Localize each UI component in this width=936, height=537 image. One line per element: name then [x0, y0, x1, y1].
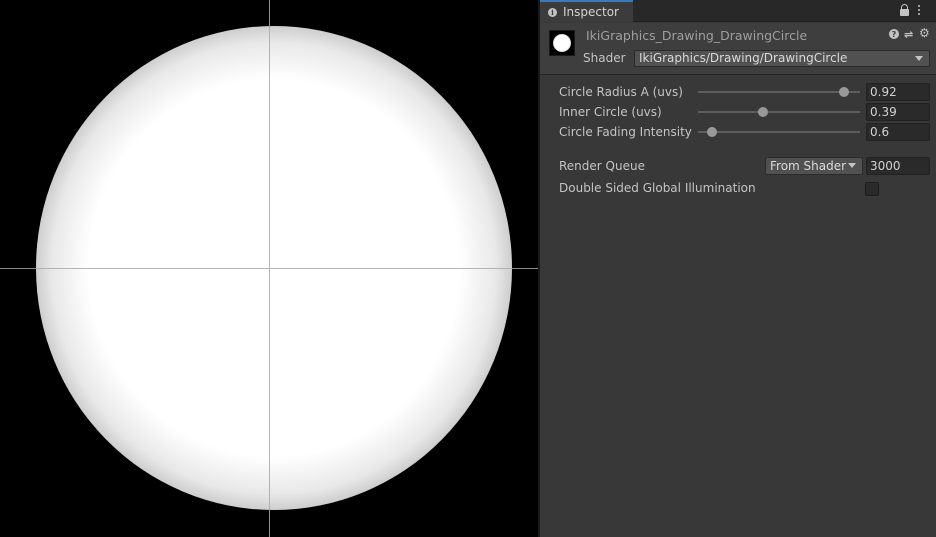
property-label: Circle Radius A (uvs)	[559, 85, 683, 99]
lock-icon[interactable]	[900, 4, 909, 16]
double-sided-gi-label: Double Sided Global Illumination	[559, 181, 756, 195]
chevron-down-icon	[848, 163, 856, 168]
render-queue-label: Render Queue	[559, 159, 645, 173]
settings-icon[interactable]: ⚙	[919, 26, 930, 40]
info-icon: i	[548, 7, 557, 17]
material-preview-viewport[interactable]	[0, 0, 538, 537]
slider-track[interactable]	[698, 111, 860, 113]
render-queue-mode: From Shader	[770, 159, 847, 173]
property-label: Circle Fading Intensity	[559, 125, 692, 139]
material-name: IkiGraphics_Drawing_DrawingCircle	[586, 28, 808, 43]
chevron-down-icon	[915, 56, 923, 61]
material-thumbnail	[549, 30, 575, 56]
slider-thumb[interactable]	[839, 87, 849, 97]
tab-inspector[interactable]: i Inspector	[540, 0, 633, 22]
inspector-panel: i Inspector IkiGraphics_Drawing_DrawingC…	[540, 0, 936, 537]
tab-bar: i Inspector	[540, 0, 936, 22]
slider-thumb[interactable]	[707, 127, 717, 137]
tab-label: Inspector	[563, 5, 619, 19]
property-label: Inner Circle (uvs)	[559, 105, 662, 119]
slider-track[interactable]	[698, 91, 860, 93]
number-field[interactable]: 0.92	[866, 83, 930, 101]
material-header: IkiGraphics_Drawing_DrawingCircle ? ⇌ ⚙ …	[540, 23, 936, 75]
shader-dropdown[interactable]: IkiGraphics/Drawing/DrawingCircle	[634, 50, 930, 67]
kebab-menu-icon[interactable]	[918, 4, 922, 17]
shader-label: Shader	[583, 51, 626, 65]
preset-icon[interactable]: ⇌	[904, 28, 913, 41]
slider-track[interactable]	[698, 131, 860, 133]
render-queue-dropdown[interactable]: From Shader	[765, 157, 863, 175]
shader-dropdown-value: IkiGraphics/Drawing/DrawingCircle	[639, 51, 848, 65]
slider-thumb[interactable]	[758, 107, 768, 117]
number-field[interactable]: 0.39	[866, 103, 930, 121]
number-field[interactable]: 0.6	[866, 123, 930, 141]
vertical-guide-line	[269, 0, 270, 537]
double-sided-gi-checkbox[interactable]	[865, 182, 879, 196]
render-queue-field[interactable]: 3000	[866, 157, 930, 175]
help-icon[interactable]: ?	[889, 29, 899, 39]
